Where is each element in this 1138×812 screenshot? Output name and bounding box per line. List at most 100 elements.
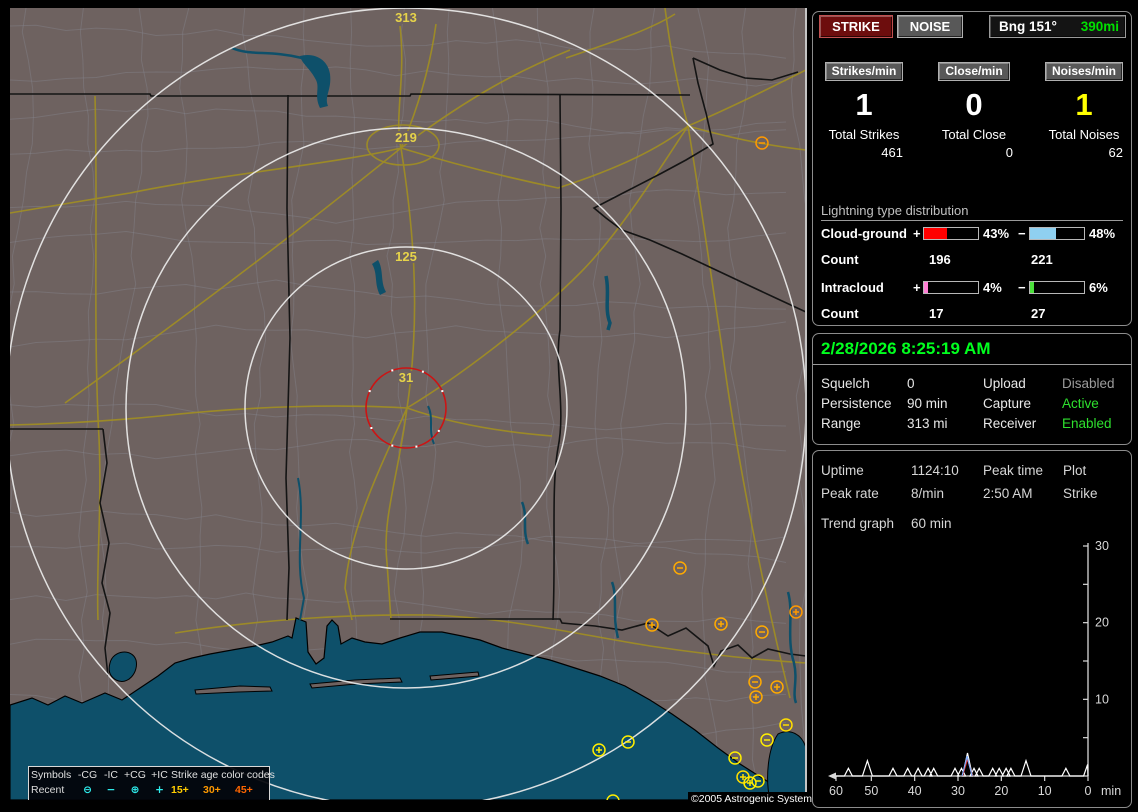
uptime-row: Uptime 1124:10 Peak time Plot: [813, 463, 1131, 480]
range-label: Range: [821, 416, 861, 431]
trend-graph-row: Trend graph 60 min: [813, 516, 1131, 533]
ic-plus-pct: 4%: [983, 280, 1002, 295]
upload-value: Disabled: [1062, 376, 1115, 391]
strike-toggle-button[interactable]: STRIKE: [819, 15, 893, 38]
svg-text:60: 60: [829, 784, 843, 798]
range-value: 313 mi: [907, 416, 948, 431]
legend-col-header: +CG: [124, 768, 146, 781]
pos-cg-old-icon: ⊕: [122, 799, 148, 801]
legend-age-header: Strike age color codes: [171, 768, 275, 781]
cg-minus-count: 221: [1031, 252, 1053, 267]
receiver-label: Receiver: [983, 416, 1037, 431]
svg-text:10: 10: [1038, 784, 1052, 798]
close-per-min-button[interactable]: Close/min: [938, 62, 1010, 81]
total-close-label: Total Close: [941, 127, 1007, 142]
noises-column: Noises/min 1 Total Noises 62: [1035, 62, 1133, 160]
strikes-column: Strikes/min 1 Total Strikes 461: [815, 62, 913, 160]
age-code: 30+: [203, 783, 221, 796]
trend-window-value: 60 min: [911, 516, 952, 531]
cg-plus-pct: 43%: [983, 226, 1010, 241]
copyright-label: ©2005 Astrogenic Systems: [688, 792, 817, 807]
ic-plus-bar: [923, 281, 979, 294]
legend-row-label: Recent: [31, 783, 65, 796]
trend-graph: 60 50 40 30 20 10 0 min 10 20 30: [828, 539, 1121, 798]
status-row: Range 313 mi Receiver Enabled: [813, 416, 1131, 433]
squelch-label: Squelch: [821, 376, 870, 391]
age-code: 90+: [235, 799, 267, 801]
plot-value: Strike: [1063, 486, 1098, 501]
pos-ic-recent-icon: +: [155, 783, 164, 796]
svg-text:20: 20: [1095, 616, 1109, 630]
noise-toggle-button[interactable]: NOISE: [897, 15, 963, 38]
divider: [813, 364, 1131, 365]
age-code: 75+: [203, 799, 235, 801]
cg-plus-count: 196: [929, 252, 951, 267]
cg-minus-bar: [1029, 227, 1085, 240]
legend-col-header: -IC: [104, 768, 118, 781]
total-noises-label: Total Noises: [1048, 127, 1120, 142]
receiver-value: Enabled: [1062, 416, 1112, 431]
status-panel: 2/28/2026 8:25:19 AM Squelch 0 Upload Di…: [812, 333, 1132, 445]
upload-label: Upload: [983, 376, 1026, 391]
symbol-legend: Symbols -CG -IC +CG +IC Strike age color…: [28, 766, 275, 801]
svg-text:30: 30: [951, 784, 965, 798]
distribution-title: Lightning type distribution: [821, 203, 1123, 221]
cloud-ground-row: Cloud-ground + 43% − 48%: [813, 226, 1131, 242]
squelch-value: 0: [907, 376, 915, 391]
svg-text:31: 31: [399, 370, 413, 385]
count-label: Count: [821, 306, 859, 321]
trend-panel: Uptime 1124:10 Peak time Plot Peak rate …: [812, 450, 1132, 808]
age-code: 45+: [235, 783, 253, 796]
svg-text:20: 20: [994, 784, 1008, 798]
noises-per-min-button[interactable]: Noises/min: [1044, 62, 1124, 81]
ic-minus-pct: 6%: [1089, 280, 1108, 295]
capture-label: Capture: [983, 396, 1032, 411]
map-panel-divider: [805, 8, 807, 800]
strikes-per-min-button[interactable]: Strikes/min: [824, 62, 904, 81]
minus-sign: −: [1018, 226, 1026, 241]
uptime-label: Uptime: [821, 463, 864, 478]
datetime-display: 2/28/2026 8:25:19 AM: [821, 339, 991, 358]
legend-row-label: Old: [31, 799, 75, 801]
ic-plus-count: 17: [929, 306, 944, 321]
svg-text:125: 125: [395, 249, 417, 264]
age-code: 60+: [171, 799, 203, 801]
map-canvas[interactable]: 313 219 125 31: [10, 8, 806, 800]
cloud-ground-label: Cloud-ground: [821, 226, 907, 241]
total-strikes-label: Total Strikes: [828, 127, 900, 142]
pos-ic-old-icon: +: [148, 799, 171, 801]
neg-cg-old-icon: ⊖: [75, 799, 100, 801]
plot-header: Plot: [1063, 463, 1087, 478]
cg-minus-pct: 48%: [1089, 226, 1116, 241]
capture-value: Active: [1062, 396, 1099, 411]
trend-graph-label: Trend graph: [821, 516, 895, 531]
ic-minus-bar: [1029, 281, 1085, 294]
status-row: Squelch 0 Upload Disabled: [813, 376, 1131, 393]
legend-col-header: +IC: [151, 768, 168, 781]
svg-text:219: 219: [395, 130, 417, 145]
bearing-readout: Bng 151° 390mi: [989, 15, 1126, 38]
svg-text:0: 0: [1085, 784, 1092, 798]
count-label: Count: [821, 252, 859, 267]
close-column: Close/min 0 Total Close 0: [925, 62, 1023, 160]
neg-ic-old-icon: −: [100, 799, 122, 801]
peak-time-value: 2:50 AM: [983, 486, 1033, 501]
svg-text:50: 50: [864, 784, 878, 798]
app-window: 313 219 125 31 Symbols -CG -IC +CG +IC Stri…: [0, 0, 1138, 812]
status-row: Persistence 90 min Capture Active: [813, 396, 1131, 413]
strikes-per-min-value: 1: [855, 87, 873, 122]
svg-text:30: 30: [1095, 539, 1109, 553]
map-viewport[interactable]: 313 219 125 31 Symbols -CG -IC +CG +IC Stri…: [10, 8, 806, 800]
total-noises-value: 62: [1108, 145, 1123, 160]
svg-text:min: min: [1101, 784, 1121, 798]
neg-cg-recent-icon: ⊖: [83, 783, 92, 796]
bearing-label: Bng 151°: [999, 19, 1057, 34]
persistence-value: 90 min: [907, 396, 948, 411]
svg-text:313: 313: [395, 10, 417, 25]
total-strikes-value: 461: [881, 145, 903, 160]
neg-ic-recent-icon: −: [106, 783, 116, 796]
persistence-label: Persistence: [821, 396, 892, 411]
legend-header: Symbols: [31, 768, 72, 781]
peak-rate-value: 8/min: [911, 486, 945, 501]
cloud-ground-count-row: Count 196 221: [813, 252, 1131, 268]
